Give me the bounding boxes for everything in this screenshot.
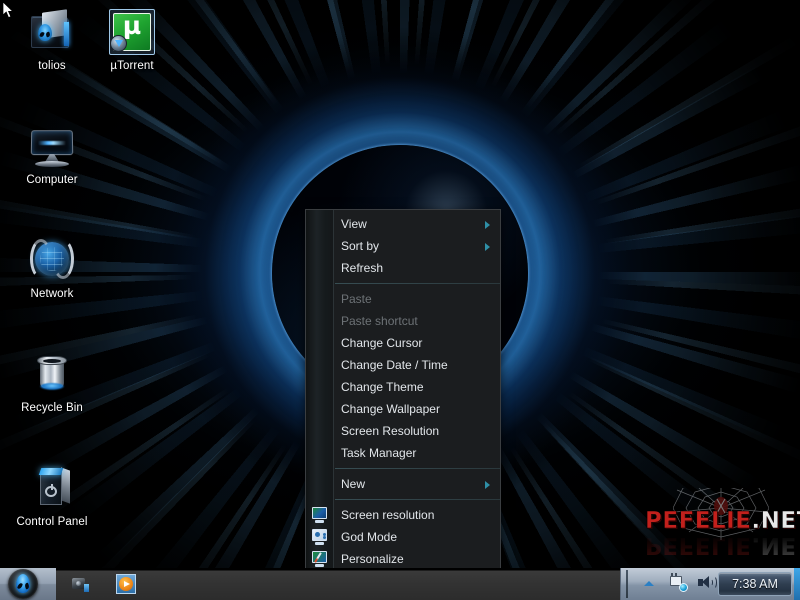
menu-item-label: New <box>341 477 365 491</box>
menu-item-god-mode[interactable]: God Mode <box>306 526 500 548</box>
menu-separator <box>335 468 500 469</box>
menu-item-label: Refresh <box>341 261 383 275</box>
menu-item-paste-shortcut: Paste shortcut <box>306 310 500 332</box>
utorrent-icon: µ <box>108 8 156 56</box>
start-button[interactable] <box>0 568 56 600</box>
menu-item-personalize[interactable]: Personalize <box>306 548 500 570</box>
monitor-godmode-icon <box>311 529 328 545</box>
chevron-right-icon <box>485 243 490 251</box>
menu-item-change-theme[interactable]: Change Theme <box>306 376 500 398</box>
desktop-icon-utorrent[interactable]: µ µTorrent <box>92 8 172 73</box>
menu-item-label: Task Manager <box>341 446 416 460</box>
menu-item-label: Screen resolution <box>341 508 434 522</box>
menu-item-label: God Mode <box>341 530 397 544</box>
menu-item-refresh[interactable]: Refresh <box>306 257 500 279</box>
menu-item-view[interactable]: View <box>306 213 500 235</box>
chevron-right-icon <box>485 481 490 489</box>
menu-item-label: View <box>341 217 367 231</box>
computer-icon <box>28 122 76 170</box>
tray-divider <box>626 570 628 598</box>
desktop-icon-tolios[interactable]: tolios <box>12 8 92 73</box>
taskbar-devices-icon[interactable] <box>70 574 90 594</box>
desktop-context-menu[interactable]: View Sort by Refresh Paste Paste shortcu… <box>305 209 501 574</box>
menu-separator <box>335 499 500 500</box>
desktop-icon-network[interactable]: Network <box>12 236 92 301</box>
menu-item-new[interactable]: New <box>306 473 500 495</box>
network-tray-icon[interactable] <box>670 576 688 592</box>
watermark-text: PEFELIE.NET <box>645 508 795 534</box>
menu-item-label: Personalize <box>341 552 404 566</box>
control-panel-icon <box>28 464 76 512</box>
menu-item-label: Change Cursor <box>341 336 422 350</box>
menu-item-change-cursor[interactable]: Change Cursor <box>306 332 500 354</box>
desktop-icon-label: Control Panel <box>12 516 92 529</box>
menu-item-label: Screen Resolution <box>341 424 439 438</box>
menu-separator <box>335 283 500 284</box>
watermark-reflection: PEFELIE.NET <box>645 532 795 558</box>
menu-item-task-manager[interactable]: Task Manager <box>306 442 500 464</box>
taskbar[interactable]: 7:38 AM <box>0 568 800 600</box>
desktop-icon-label: Network <box>12 288 92 301</box>
desktop-icon-label: tolios <box>12 60 92 73</box>
menu-item-screen-resolution-upper[interactable]: Screen Resolution <box>306 420 500 442</box>
taskbar-clock[interactable]: 7:38 AM <box>718 572 792 596</box>
network-globe-icon <box>28 236 76 284</box>
menu-item-sort-by[interactable]: Sort by <box>306 235 500 257</box>
menu-item-screen-resolution[interactable]: Screen resolution <box>306 504 500 526</box>
menu-item-change-wallpaper[interactable]: Change Wallpaper <box>306 398 500 420</box>
chevron-right-icon <box>485 221 490 229</box>
volume-tray-icon[interactable] <box>698 576 716 592</box>
show-hidden-icons-arrow[interactable] <box>642 576 656 590</box>
desktop-icon-control-panel[interactable]: Control Panel <box>12 464 92 529</box>
menu-item-paste: Paste <box>306 288 500 310</box>
recycle-bin-icon <box>28 350 76 398</box>
menu-item-label: Paste shortcut <box>341 314 418 328</box>
site-watermark: PEFELIE.NET PEFELIE.NET <box>645 494 795 560</box>
menu-item-change-date-time[interactable]: Change Date / Time <box>306 354 500 376</box>
menu-item-label: Sort by <box>341 239 379 253</box>
desktop-icon-label: µTorrent <box>92 60 172 73</box>
desktop-icon-computer[interactable]: Computer <box>12 122 92 187</box>
menu-item-label: Change Wallpaper <box>341 402 440 416</box>
desktop-background[interactable]: tolios µ µTorrent Computer <box>0 0 800 600</box>
desktop-icon-recycle-bin[interactable]: Recycle Bin <box>12 350 92 415</box>
folder-icon <box>28 8 76 56</box>
desktop-icon-label: Computer <box>12 174 92 187</box>
menu-item-label: Change Date / Time <box>341 358 448 372</box>
desktop-icon-label: Recycle Bin <box>12 402 92 415</box>
monitor-res-icon <box>311 507 328 523</box>
monitor-brush-icon <box>311 551 328 567</box>
menu-item-label: Paste <box>341 292 372 306</box>
show-desktop-button[interactable] <box>794 568 800 600</box>
alien-head-start-icon[interactable] <box>8 569 38 599</box>
taskbar-media-player-icon[interactable] <box>116 574 136 594</box>
menu-item-label: Change Theme <box>341 380 424 394</box>
